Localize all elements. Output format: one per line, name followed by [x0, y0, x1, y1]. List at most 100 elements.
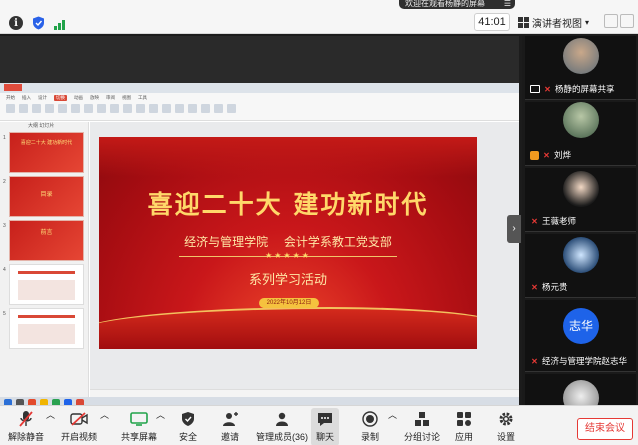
chevron-up-icon[interactable]: ︿	[46, 408, 55, 445]
record-button[interactable]: 录制	[361, 408, 379, 445]
slide-thumbnail[interactable]: 前言	[9, 220, 84, 261]
participant-tile[interactable]: ✕ 杨元贵	[525, 234, 636, 298]
participant-tile[interactable]: ✕ 刘烨	[525, 102, 636, 166]
window-button[interactable]	[604, 14, 618, 28]
view-mode-button[interactable]: 演讲者视图 ▾	[518, 13, 596, 31]
camera-off-icon	[70, 408, 88, 430]
settings-label: 设置	[497, 432, 516, 442]
mic-muted-icon: ✕	[543, 150, 550, 160]
mic-muted-icon: ✕	[531, 282, 538, 292]
participant-tile[interactable]	[525, 374, 636, 416]
thumbnail-text: 目录	[40, 192, 53, 198]
decorative-wave	[99, 307, 477, 349]
apps-label: 应用	[455, 432, 474, 442]
menu-icon[interactable]: ☰	[504, 0, 511, 8]
slide-editing-area: 喜迎二十大 建功新时代 经济与管理学院 会计学系教工党支部 ★★★★★ 系列学习…	[90, 122, 519, 398]
participant-name: 经济与管理学院赵志华	[542, 356, 628, 366]
slide-thumbnail[interactable]	[9, 308, 84, 349]
info-icon[interactable]: i	[9, 16, 23, 30]
start-video-label: 开启视频	[61, 432, 98, 442]
avatar	[563, 171, 599, 207]
unmute-button[interactable]: 解除静音	[8, 408, 44, 445]
shield-icon	[181, 408, 195, 430]
apps-button[interactable]: 应用	[455, 408, 473, 445]
participant-name: 杨静的屏幕共享	[555, 84, 615, 94]
presentation-window: 开始 插入 设计 切换 动画 放映 审阅 视图 工具 大纲 幻灯片 1 喜迎二十大 建功新时代 …	[0, 83, 519, 409]
invite-button[interactable]: 邀请	[221, 408, 239, 445]
thumbnail-tabs[interactable]: 大纲 幻灯片	[0, 122, 88, 131]
participant-name: 王薇老师	[542, 216, 577, 226]
slide-date: 2022年10月12日	[259, 298, 319, 308]
presentation-ribbon: 开始 插入 设计 切换 动画 放映 审阅 视图 工具	[0, 93, 519, 121]
add-user-icon	[222, 408, 238, 430]
screen-share-banner: 欢迎在观看杨静的屏幕 ☰	[399, 0, 515, 9]
record-label: 录制	[361, 432, 380, 442]
manage-members-label: 管理成员(36)	[256, 432, 309, 442]
shared-screen: 开始 插入 设计 切换 动画 放映 审阅 视图 工具 大纲 幻灯片 1 喜迎二十大 建功新时代 …	[0, 36, 519, 409]
members-icon	[274, 408, 290, 430]
current-slide[interactable]: 喜迎二十大 建功新时代 经济与管理学院 会计学系教工党支部 ★★★★★ 系列学习…	[99, 137, 477, 349]
participant-tile[interactable]: 志华 ✕ 经济与管理学院赵志华	[525, 300, 636, 372]
avatar	[563, 237, 599, 273]
unmute-label: 解除静音	[8, 432, 45, 442]
slide-thumbnail-pane: 大纲 幻灯片 1 喜迎二十大 建功新时代 2 目录 3 前言 4 5	[0, 122, 89, 398]
host-badge-icon	[530, 150, 539, 160]
view-mode-label: 演讲者视图	[532, 18, 582, 30]
screen-share-banner-text: 欢迎在观看杨静的屏幕	[405, 0, 485, 8]
chat-icon	[317, 408, 333, 430]
avatar	[563, 102, 599, 138]
manage-members-button[interactable]: 管理成员(36)	[256, 408, 308, 445]
star-decoration: ★★★★★	[265, 251, 311, 260]
avatar	[563, 38, 599, 74]
slide-thumbnail[interactable]: 目录	[9, 176, 84, 217]
chevron-up-icon[interactable]: ︿	[100, 408, 109, 445]
window-button[interactable]	[620, 14, 634, 28]
record-icon	[362, 408, 378, 430]
avatar: 志华	[563, 308, 599, 344]
thumbnail-number: 1	[3, 135, 6, 141]
breakout-icon	[414, 408, 430, 430]
chat-button[interactable]: 聊天	[311, 408, 340, 445]
thumbnail-number: 4	[3, 267, 6, 273]
thumbnail-number: 5	[3, 311, 6, 317]
slide-subtitle-2: 系列学习活动	[248, 272, 327, 287]
participant-tile[interactable]: ✕ 王薇老师	[525, 168, 636, 232]
mic-muted-icon: ✕	[544, 84, 551, 94]
start-video-button[interactable]: 开启视频	[61, 408, 97, 445]
apps-icon	[456, 408, 472, 430]
invite-label: 邀请	[221, 432, 240, 442]
share-screen-button[interactable]: 共享屏幕	[121, 408, 157, 445]
participant-video-panel: ✕ 杨静的屏幕共享 ✕ 刘烨 ✕ 王薇老师 ✕ 杨元贵 志华 ✕ 经济与管理学院赵志华	[522, 36, 638, 416]
thumbnail-number: 3	[3, 223, 6, 229]
breakout-rooms-button[interactable]: 分组讨论	[404, 408, 440, 445]
grid-icon	[518, 16, 529, 28]
slide-thumbnail[interactable]	[9, 264, 84, 305]
window-controls[interactable]	[604, 14, 634, 30]
participant-tile[interactable]: ✕ 杨静的屏幕共享	[525, 36, 636, 100]
security-label: 安全	[179, 432, 198, 442]
mic-muted-icon: ✕	[531, 216, 538, 226]
slide-subtitle: 经济与管理学院 会计学系教工党支部	[184, 235, 392, 249]
chat-label: 聊天	[316, 432, 335, 442]
share-screen-label: 共享屏幕	[121, 432, 158, 442]
signal-icon	[52, 18, 66, 30]
presentation-title-bar	[0, 83, 519, 93]
slide-thumbnail[interactable]: 喜迎二十大 建功新时代	[9, 132, 84, 173]
meeting-toolbar: 解除静音 ︿ 开启视频 ︿ 共享屏幕 ︿ 安全 邀请 管理成员(36) 聊天 录…	[0, 405, 638, 445]
share-screen-icon	[130, 408, 148, 430]
shield-icon[interactable]	[31, 16, 45, 30]
screen-share-icon	[530, 85, 540, 93]
settings-button[interactable]: 设置	[497, 408, 515, 445]
collapse-panel-button[interactable]: ›	[507, 215, 521, 243]
chevron-up-icon[interactable]: ︿	[156, 408, 165, 445]
thumbnail-text: 喜迎二十大 建功新时代	[20, 140, 73, 146]
gear-icon	[498, 408, 514, 430]
security-button[interactable]: 安全	[179, 408, 197, 445]
mic-muted-icon	[19, 408, 33, 430]
participant-name: 刘烨	[554, 150, 572, 160]
breakout-rooms-label: 分组讨论	[404, 432, 441, 442]
end-meeting-button[interactable]: 结束会议	[577, 418, 633, 440]
meeting-top-bar: i 欢迎在观看杨静的屏幕 ☰ 41:01 演讲者视图 ▾	[0, 0, 638, 34]
chevron-down-icon: ▾	[585, 17, 590, 27]
chevron-up-icon[interactable]: ︿	[388, 408, 397, 445]
